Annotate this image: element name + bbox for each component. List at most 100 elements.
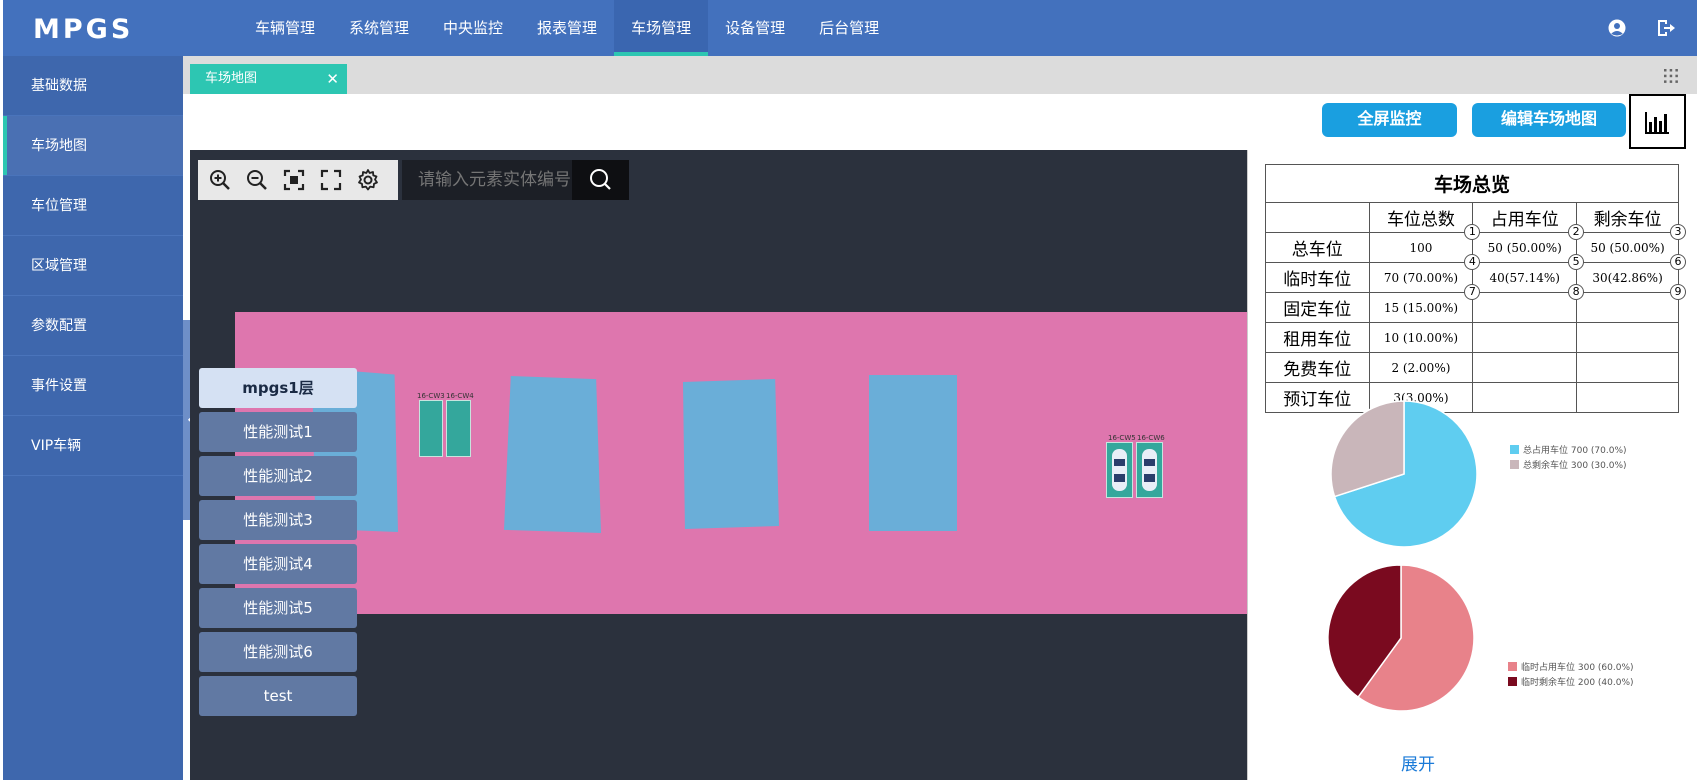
legend-swatch — [1508, 677, 1517, 686]
parking-spot-occupied[interactable] — [1136, 442, 1163, 498]
fit-screen-icon[interactable] — [282, 168, 306, 192]
table-cell: 9 — [1576, 284, 1686, 323]
floor-button[interactable]: 性能测试4 — [199, 544, 357, 584]
table-cell: 2 (2.00%) — [1368, 352, 1474, 383]
cell-marker: 6 — [1670, 254, 1686, 270]
nav-item-report[interactable]: 报表管理 — [520, 0, 614, 56]
top-bar: MPGS 车辆管理 系统管理 中央监控 报表管理 车场管理 设备管理 后台管理 — [3, 0, 1697, 56]
nav-item-backend[interactable]: 后台管理 — [802, 0, 896, 56]
map-toolbar: 全屏监控 编辑车场地图 — [190, 94, 1697, 150]
tab-label: 车场地图 — [205, 71, 258, 86]
sidebar-item-parking-map[interactable]: 车场地图 — [3, 116, 183, 176]
car-icon — [1142, 449, 1157, 491]
sidebar-item-vip[interactable]: VIP车辆 — [3, 416, 183, 476]
floor-plan: 16-CW3 16-CW4 16-CW5 16-CW6 — [235, 312, 1247, 614]
sidebar-item-space-management[interactable]: 车位管理 — [3, 176, 183, 236]
cell-marker: 3 — [1670, 224, 1686, 240]
nav-item-vehicle[interactable]: 车辆管理 — [238, 0, 332, 56]
map-zone[interactable] — [504, 376, 601, 533]
legend-item: 临时剩余车位 200 (40.0%) — [1508, 674, 1634, 689]
sidebar-item-basic-data[interactable]: 基础数据 — [3, 56, 183, 116]
nav-item-system[interactable]: 系统管理 — [332, 0, 426, 56]
map-search-button[interactable] — [572, 160, 629, 200]
table-cell: 70 (70.00%) 4 — [1368, 254, 1481, 293]
map-zone[interactable] — [869, 375, 957, 531]
nav-item-device[interactable]: 设备管理 — [708, 0, 802, 56]
legend-label: 临时剩余车位 200 (40.0%) — [1521, 678, 1634, 688]
edit-parking-map-button[interactable]: 编辑车场地图 — [1472, 103, 1626, 137]
overview-table: 车场总览 车位总数 占用车位 剩余车位 总车位 100 1 50 (50.00%)… — [1265, 164, 1686, 413]
table-cell: 50 (50.00%) 3 — [1576, 224, 1686, 263]
gear-icon[interactable] — [356, 168, 380, 192]
app-logo: MPGS — [33, 14, 134, 45]
table-cell: 40(57.14%) 5 — [1472, 254, 1585, 293]
parking-spot[interactable] — [446, 400, 471, 457]
map-zone[interactable] — [683, 379, 779, 529]
spot-label: 16-CW4 — [446, 392, 474, 400]
legend-item: 临时占用车位 300 (60.0%) — [1508, 659, 1634, 674]
row-label: 免费车位 — [1265, 352, 1370, 383]
table-cell: 8 — [1472, 284, 1585, 323]
table-cell — [1576, 322, 1679, 353]
statistics-button[interactable] — [1629, 94, 1686, 149]
table-cell — [1472, 382, 1578, 413]
logout-icon[interactable] — [1656, 19, 1676, 37]
fullscreen-icon[interactable] — [319, 168, 343, 192]
car-icon — [1112, 449, 1127, 491]
table-cell: 30(42.86%) 6 — [1576, 254, 1686, 293]
nav-item-parking[interactable]: 车场管理 — [614, 0, 709, 56]
floor-button[interactable]: test — [199, 676, 357, 716]
legend-item: 总剩余车位 300 (30.0%) — [1510, 457, 1627, 472]
parking-spot-occupied[interactable] — [1106, 442, 1133, 498]
expand-link[interactable]: 展开 — [1401, 750, 1435, 775]
grid-menu-icon[interactable] — [1663, 68, 1679, 84]
fullscreen-monitor-button[interactable]: 全屏监控 — [1322, 103, 1457, 137]
parking-spot[interactable] — [419, 400, 443, 457]
floor-button[interactable]: 性能测试5 — [199, 588, 357, 628]
map-search-input[interactable] — [402, 160, 572, 200]
user-icon[interactable] — [1608, 19, 1626, 37]
floor-button[interactable]: mpgs1层 — [199, 368, 357, 408]
overview-title: 车场总览 — [1265, 164, 1679, 203]
cell-value: 50 (50.00%) — [1487, 240, 1562, 255]
close-icon[interactable]: ✕ — [326, 64, 339, 94]
row-label: 租用车位 — [1265, 322, 1370, 353]
zoom-out-icon[interactable] — [245, 168, 269, 192]
sidebar-item-events[interactable]: 事件设置 — [3, 356, 183, 416]
parking-map-canvas[interactable]: 16-CW3 16-CW4 16-CW5 16-CW6 mpgs1层 性能测试1… — [190, 150, 1247, 780]
table-header — [1265, 202, 1370, 233]
spot-label: 16-CW5 — [1108, 434, 1136, 442]
pie-legend-temporary: 临时占用车位 300 (60.0%) 临时剩余车位 200 (40.0%) — [1508, 659, 1634, 689]
zoom-in-icon[interactable] — [208, 168, 232, 192]
table-cell — [1472, 352, 1578, 383]
table-header: 占用车位 — [1472, 202, 1578, 233]
legend-swatch — [1510, 460, 1519, 469]
sidebar-item-zone-management[interactable]: 区域管理 — [3, 236, 183, 296]
floor-button[interactable]: 性能测试6 — [199, 632, 357, 672]
main-nav: 车辆管理 系统管理 中央监控 报表管理 车场管理 设备管理 后台管理 — [238, 0, 896, 56]
floor-button[interactable]: 性能测试3 — [199, 500, 357, 540]
row-label: 临时车位 — [1265, 262, 1370, 293]
table-header: 车位总数 — [1368, 202, 1474, 233]
nav-item-monitor[interactable]: 中央监控 — [426, 0, 520, 56]
cell-value: 50 (50.00%) — [1590, 240, 1665, 255]
table-header: 剩余车位 — [1576, 202, 1679, 233]
floor-button[interactable]: 性能测试1 — [199, 412, 357, 452]
table-cell — [1472, 322, 1578, 353]
floor-button[interactable]: 性能测试2 — [199, 456, 357, 496]
sidebar-item-parameters[interactable]: 参数配置 — [3, 296, 183, 356]
overview-panel: 车场总览 车位总数 占用车位 剩余车位 总车位 100 1 50 (50.00%)… — [1247, 150, 1697, 780]
row-label: 总车位 — [1265, 232, 1370, 263]
cell-marker: 9 — [1670, 284, 1686, 300]
table-row: 租用车位 10 (10.00%) — [1265, 322, 1679, 353]
legend-label: 总占用车位 700 (70.0%) — [1523, 446, 1627, 456]
table-row: 免费车位 2 (2.00%) — [1265, 352, 1679, 383]
table-cell — [1576, 352, 1679, 383]
cell-value: 40(57.14%) — [1489, 270, 1560, 285]
tab-parking-map[interactable]: 车场地图 ✕ — [190, 64, 347, 94]
sidebar: 基础数据 车场地图 车位管理 区域管理 参数配置 事件设置 VIP车辆 — [3, 56, 183, 780]
table-row: 固定车位 15 (15.00%) 7 8 9 — [1265, 284, 1686, 323]
legend-item: 总占用车位 700 (70.0%) — [1510, 442, 1627, 457]
legend-swatch — [1510, 445, 1519, 454]
table-cell: 100 1 — [1368, 224, 1481, 263]
